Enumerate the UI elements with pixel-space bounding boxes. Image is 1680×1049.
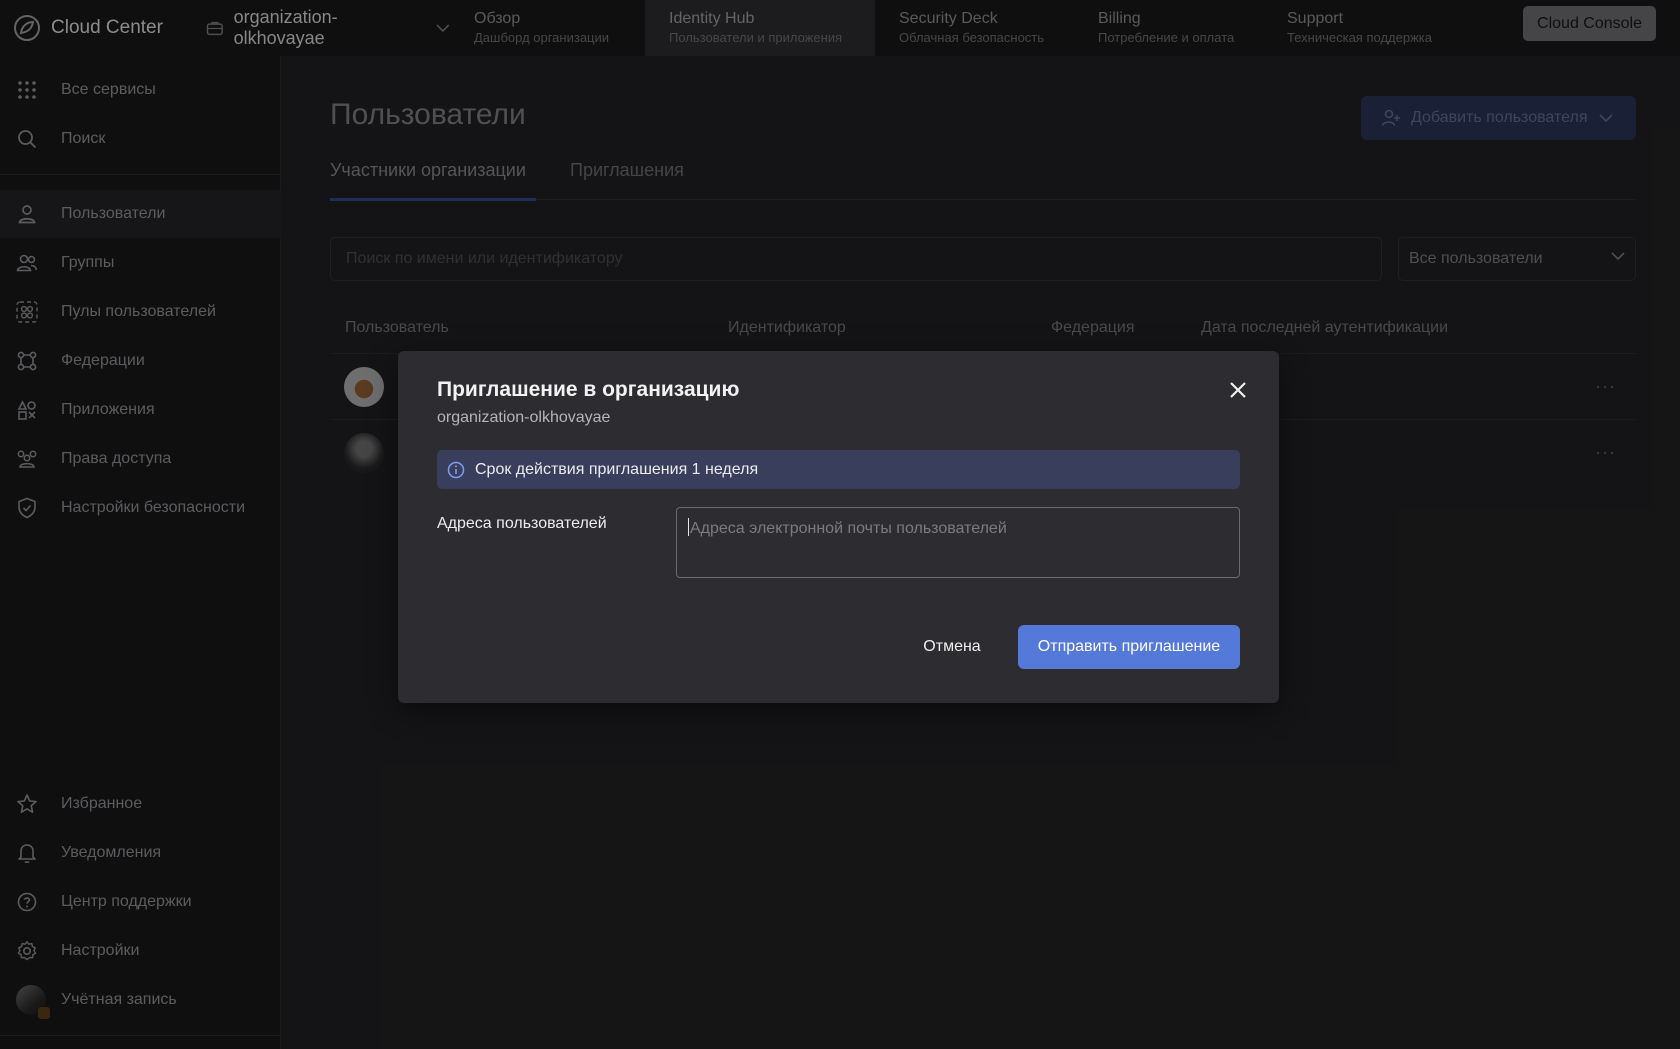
info-banner: Срок действия приглашения 1 неделя: [437, 450, 1240, 489]
emails-field-label: Адреса пользователей: [437, 515, 607, 532]
info-icon: [447, 461, 465, 478]
close-button[interactable]: [1225, 377, 1251, 403]
cancel-button[interactable]: Отмена: [878, 625, 1026, 669]
send-invite-button[interactable]: Отправить приглашение: [1018, 625, 1240, 669]
close-icon: [1230, 382, 1246, 398]
text-caret: [688, 518, 689, 536]
dialog-title: Приглашение в организацию: [437, 378, 740, 401]
emails-input[interactable]: Адреса электронной почты пользователей: [676, 507, 1240, 578]
dialog-subtitle: organization-olkhovayae: [437, 409, 611, 426]
info-text: Срок действия приглашения 1 неделя: [475, 460, 759, 478]
emails-input-placeholder: Адреса электронной почты пользователей: [690, 520, 1007, 537]
invite-dialog: Приглашение в организацию organization-o…: [398, 351, 1279, 703]
